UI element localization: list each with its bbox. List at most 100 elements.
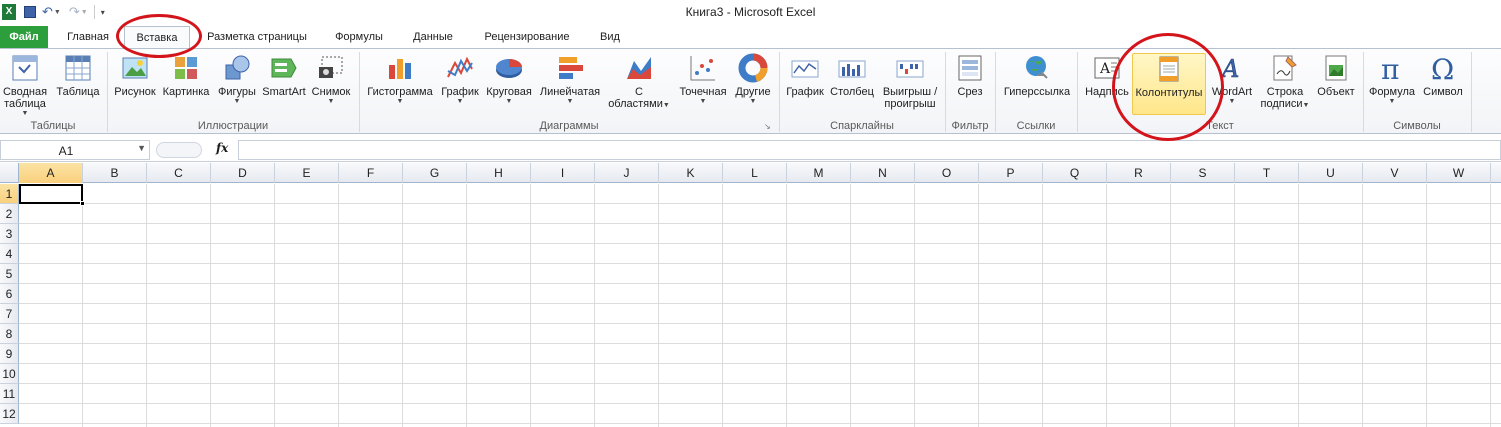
column-header[interactable]: Q [1043,163,1107,183]
row-header[interactable]: 7 [0,304,19,324]
column-header[interactable]: C [147,163,211,183]
clipart-button[interactable]: Картинка [160,53,212,98]
sparkline-column-icon [838,60,866,78]
column-header[interactable]: W [1427,163,1491,183]
slicer-label: Срез [957,86,983,98]
column-header[interactable]: P [979,163,1043,183]
chevron-down-icon[interactable]: ▼ [137,143,146,153]
active-cell[interactable] [19,184,85,206]
column-header[interactable]: R [1107,163,1171,183]
column-header[interactable]: N [851,163,915,183]
column-header[interactable]: H [467,163,531,183]
header-footer-circle [1112,33,1224,141]
row-header[interactable]: 10 [0,364,19,384]
object-button[interactable]: Объект [1314,53,1358,98]
clipart-label: Картинка [162,86,210,98]
column-header[interactable]: A [19,163,83,183]
pivot-table-button[interactable]: Сводная таблица ▼ [0,53,50,118]
pi-icon: π [1381,53,1399,83]
row-header[interactable]: 12 [0,404,19,424]
chevron-down-icon: ▼ [327,98,335,105]
formula-bar-expander[interactable] [156,142,202,158]
symbol-button[interactable]: Ω Символ [1420,53,1466,98]
row-header[interactable]: 3 [0,224,19,244]
slicer-button[interactable]: Срез [950,53,990,98]
sparkline-winloss-label-1: Выигрыш / [882,86,938,98]
column-header[interactable]: O [915,163,979,183]
column-header[interactable]: I [531,163,595,183]
tab-file[interactable]: Файл [0,26,48,48]
row-header[interactable]: 5 [0,264,19,284]
hyperlink-button[interactable]: Гиперссылка [1000,53,1074,98]
formula-input[interactable] [238,140,1501,160]
tab-view[interactable]: Вид [590,26,630,48]
column-header[interactable]: S [1171,163,1235,183]
ribbon: Сводная таблица ▼ Таблица Таблицы Рисуно… [0,48,1501,134]
signature-line-label-1: Строка [1266,86,1304,98]
column-header[interactable]: V [1363,163,1427,183]
row-header[interactable]: 4 [0,244,19,264]
group-label-links: Ссылки [1016,120,1056,132]
sparkline-line-button[interactable]: График [784,53,826,98]
row-header[interactable]: 11 [0,384,19,404]
row-header[interactable]: 1 [0,184,19,204]
column-header[interactable]: K [659,163,723,183]
table-label: Таблица [56,86,100,98]
row-header[interactable]: 2 [0,204,19,224]
picture-button[interactable]: Рисунок [112,53,158,98]
line-chart-label: График [441,86,479,98]
tab-formulas[interactable]: Формулы [326,26,392,48]
equation-button[interactable]: π Формула ▼ [1366,53,1418,106]
column-chart-icon [389,59,411,79]
tab-home[interactable]: Главная [58,26,118,48]
tab-review[interactable]: Рецензирование [472,26,582,48]
column-header[interactable]: F [339,163,403,183]
group-label-filter: Фильтр [951,120,989,132]
signature-line-button[interactable]: Строка подписи▼ [1258,53,1312,110]
sparkline-column-button[interactable]: Столбец [828,53,876,98]
pie-chart-button[interactable]: Круговая ▼ [484,53,534,106]
tab-data[interactable]: Данные [402,26,464,48]
area-chart-button[interactable]: С областями▼ [606,53,672,110]
row-header[interactable]: 6 [0,284,19,304]
select-all-corner[interactable] [0,163,19,183]
dialog-launcher-icon[interactable]: ↘ [764,122,771,131]
fill-handle[interactable] [80,201,85,206]
table-button[interactable]: Таблица [54,53,102,98]
other-charts-button[interactable]: Другие ▼ [732,53,774,106]
shapes-label: Фигуры [218,86,256,98]
area-chart-label-1: С [635,86,643,98]
column-header[interactable]: B [83,163,147,183]
sparkline-winloss-button[interactable]: Выигрыш / проигрыш [878,53,942,110]
column-chart-button[interactable]: Гистограмма ▼ [364,53,436,106]
line-chart-button[interactable]: График ▼ [438,53,482,106]
cell-area[interactable] [19,184,1501,427]
sparkline-winloss-icon [896,60,924,78]
name-box[interactable]: A1 ▼ [0,140,150,160]
column-header[interactable]: J [595,163,659,183]
sparkline-column-label: Столбец [830,86,874,98]
pivot-table-icon [12,55,38,81]
scatter-chart-button[interactable]: Точечная ▼ [674,53,732,106]
column-header[interactable]: D [211,163,275,183]
chevron-down-icon: ▼ [456,98,464,105]
table-icon [65,55,91,81]
smartart-button[interactable]: SmartArt [260,53,308,98]
shapes-button[interactable]: Фигуры ▼ [214,53,260,106]
tab-page-layout[interactable]: Разметка страницы [196,26,318,48]
column-header[interactable]: G [403,163,467,183]
insert-function-button[interactable]: fx [216,141,228,155]
omega-icon: Ω [1431,53,1454,83]
screenshot-button[interactable]: Снимок ▼ [308,53,354,106]
row-header[interactable]: 8 [0,324,19,344]
bar-chart-button[interactable]: Линейчатая ▼ [536,53,604,106]
column-header[interactable]: T [1235,163,1299,183]
group-label-symbols: Символы [1393,120,1441,132]
column-header[interactable]: M [787,163,851,183]
pivot-label-2: таблица [4,98,46,110]
column-header[interactable]: E [275,163,339,183]
column-header[interactable]: U [1299,163,1363,183]
column-header[interactable]: L [723,163,787,183]
row-header[interactable]: 9 [0,344,19,364]
name-box-value: A1 [58,144,74,158]
